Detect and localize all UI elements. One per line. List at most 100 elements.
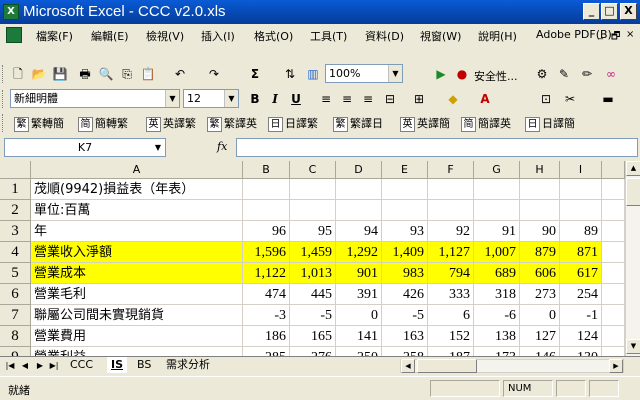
design-mode-icon[interactable]: ✎ [555, 65, 573, 83]
chart-wizard-icon[interactable]: ▥ [304, 65, 322, 83]
row-label-cell[interactable]: 營業費用 [31, 326, 243, 347]
font-select[interactable]: 新細明體 ▼ [10, 89, 180, 108]
value-cell[interactable]: -1 [560, 305, 602, 326]
value-cell[interactable]: 879 [520, 242, 560, 263]
sheet-tab-bs[interactable]: BS [133, 357, 155, 373]
menu-file[interactable]: 檔案(F) [36, 28, 73, 44]
value-cell[interactable]: 391 [336, 284, 382, 305]
value-cell[interactable]: 187 [428, 347, 474, 356]
save-icon[interactable]: 💾 [51, 65, 69, 83]
value-cell[interactable] [290, 200, 336, 221]
column-header-f[interactable]: F [428, 161, 474, 179]
value-cell[interactable]: 794 [428, 263, 474, 284]
value-cell[interactable]: 606 [520, 263, 560, 284]
value-cell[interactable]: 871 [560, 242, 602, 263]
close-button[interactable]: X [620, 3, 637, 20]
value-cell[interactable]: 254 [560, 284, 602, 305]
scroll-down-icon[interactable]: ▼ [626, 339, 640, 354]
value-cell[interactable]: 1,007 [474, 242, 520, 263]
value-cell[interactable]: 89 [560, 221, 602, 242]
row-header[interactable]: 8 [0, 326, 31, 347]
column-header-e[interactable]: E [382, 161, 428, 179]
value-cell[interactable] [428, 179, 474, 200]
value-cell[interactable]: 474 [243, 284, 290, 305]
underline-button[interactable]: U [287, 90, 305, 108]
autosum-icon[interactable]: Σ [246, 65, 264, 83]
value-cell[interactable]: 165 [290, 326, 336, 347]
value-cell[interactable]: 318 [474, 284, 520, 305]
value-cell[interactable] [382, 200, 428, 221]
value-cell[interactable]: 163 [382, 326, 428, 347]
empty-cell[interactable] [602, 242, 625, 263]
value-cell[interactable] [290, 179, 336, 200]
value-cell[interactable]: -6 [474, 305, 520, 326]
open-icon[interactable]: 📂 [30, 65, 48, 83]
row-label-cell[interactable]: 年 [31, 221, 243, 242]
value-cell[interactable]: 445 [290, 284, 336, 305]
bold-button[interactable]: B [246, 90, 264, 108]
value-cell[interactable]: 90 [520, 221, 560, 242]
sheet-tab-is[interactable]: IS [107, 357, 128, 373]
menu-data[interactable]: 資料(D) [365, 28, 404, 44]
pdf-create-icon[interactable]: ✂ [561, 90, 579, 108]
row-header[interactable]: 6 [0, 284, 31, 305]
value-cell[interactable] [336, 179, 382, 200]
value-cell[interactable]: 1,459 [290, 242, 336, 263]
value-cell[interactable]: 258 [382, 347, 428, 356]
font-size-select[interactable]: 12 ▼ [183, 89, 239, 108]
value-cell[interactable]: 127 [520, 326, 560, 347]
value-cell[interactable]: 6 [428, 305, 474, 326]
last-sheet-icon[interactable]: ▶| [47, 359, 61, 373]
column-header-d[interactable]: D [336, 161, 382, 179]
menu-insert[interactable]: 插入(I) [201, 28, 235, 44]
value-cell[interactable] [336, 200, 382, 221]
empty-cell[interactable] [602, 284, 625, 305]
value-cell[interactable]: 94 [336, 221, 382, 242]
visual-basic-icon[interactable]: ⚙ [533, 65, 551, 83]
borders-icon[interactable]: ⊞ [410, 90, 428, 108]
empty-cell[interactable] [602, 305, 625, 326]
excel-app-icon[interactable]: X [3, 4, 19, 20]
empty-cell[interactable] [602, 200, 625, 221]
scroll-up-icon[interactable]: ▲ [626, 161, 640, 176]
value-cell[interactable] [382, 179, 428, 200]
value-cell[interactable] [243, 200, 290, 221]
translate-button[interactable]: 英英譯繁 [146, 115, 196, 132]
sheet-tab-ccc[interactable]: CCC [66, 357, 97, 373]
value-cell[interactable]: 1,596 [243, 242, 290, 263]
column-header-g[interactable]: G [474, 161, 520, 179]
translate-button[interactable]: 英英譯簡 [400, 115, 450, 132]
chevron-down-icon[interactable]: ▼ [224, 90, 238, 107]
align-center-icon[interactable]: ≡ [338, 90, 356, 108]
value-cell[interactable] [560, 179, 602, 200]
row-label-cell[interactable]: 營業成本 [31, 263, 243, 284]
value-cell[interactable]: 93 [382, 221, 428, 242]
value-cell[interactable]: 983 [382, 263, 428, 284]
chevron-down-icon[interactable]: ▼ [165, 90, 179, 107]
value-cell[interactable]: 186 [243, 326, 290, 347]
menu-tools[interactable]: 工具(T) [310, 28, 347, 44]
value-cell[interactable] [520, 200, 560, 221]
new-icon[interactable]: 🗋 [9, 65, 27, 83]
value-cell[interactable] [474, 200, 520, 221]
draw-icon[interactable]: ▬ [599, 90, 617, 108]
sheet-tab-demand-analysis[interactable]: 需求分析 [162, 357, 214, 373]
value-cell[interactable]: 333 [428, 284, 474, 305]
value-cell[interactable]: 0 [336, 305, 382, 326]
undo-icon[interactable]: ↶ [171, 65, 189, 83]
menu-help[interactable]: 說明(H) [478, 28, 517, 44]
prev-sheet-icon[interactable]: ◀ [18, 359, 32, 373]
record-macro-icon[interactable]: ● [453, 65, 471, 83]
vertical-scrollbar[interactable]: ▲ ▼ [625, 161, 640, 356]
column-header-j[interactable] [602, 161, 625, 179]
font-color-icon[interactable]: A [476, 90, 494, 108]
zoom-select[interactable]: 100% ▼ [325, 64, 403, 83]
scroll-thumb[interactable] [626, 178, 640, 206]
value-cell[interactable]: 1,409 [382, 242, 428, 263]
value-cell[interactable]: 96 [243, 221, 290, 242]
value-cell[interactable]: 617 [560, 263, 602, 284]
row-label-cell[interactable]: 營業毛利 [31, 284, 243, 305]
print-preview-icon[interactable]: 🔍 [97, 65, 115, 83]
value-cell[interactable]: 276 [290, 347, 336, 356]
value-cell[interactable]: 901 [336, 263, 382, 284]
